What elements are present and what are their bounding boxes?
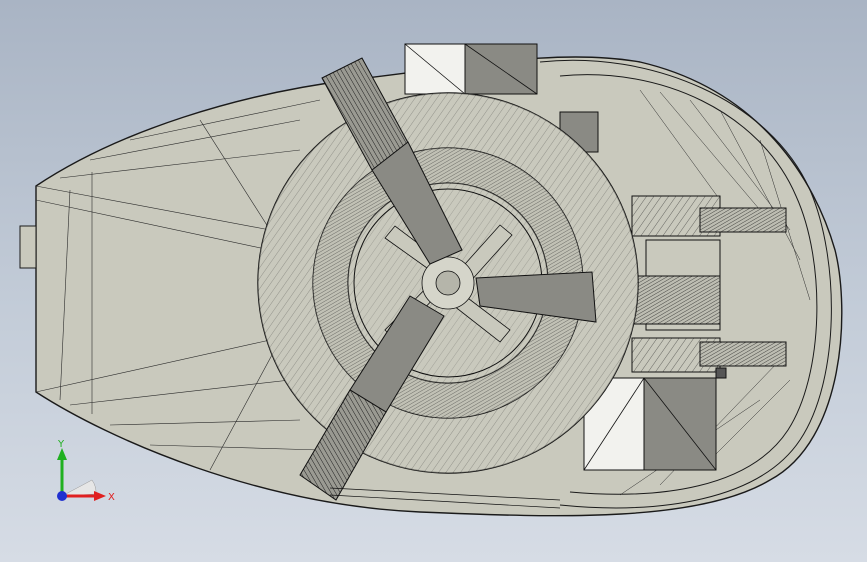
- left-connector: [19, 225, 37, 269]
- z-axis-dot: [57, 491, 67, 501]
- wireframe-model[interactable]: [0, 0, 867, 562]
- graphics-viewport[interactable]: Y X: [0, 0, 867, 562]
- coordinate-triad: Y X: [57, 439, 115, 503]
- y-axis-label: Y: [57, 439, 65, 450]
- triad-plane: [61, 479, 97, 497]
- x-axis-label: X: [108, 492, 115, 503]
